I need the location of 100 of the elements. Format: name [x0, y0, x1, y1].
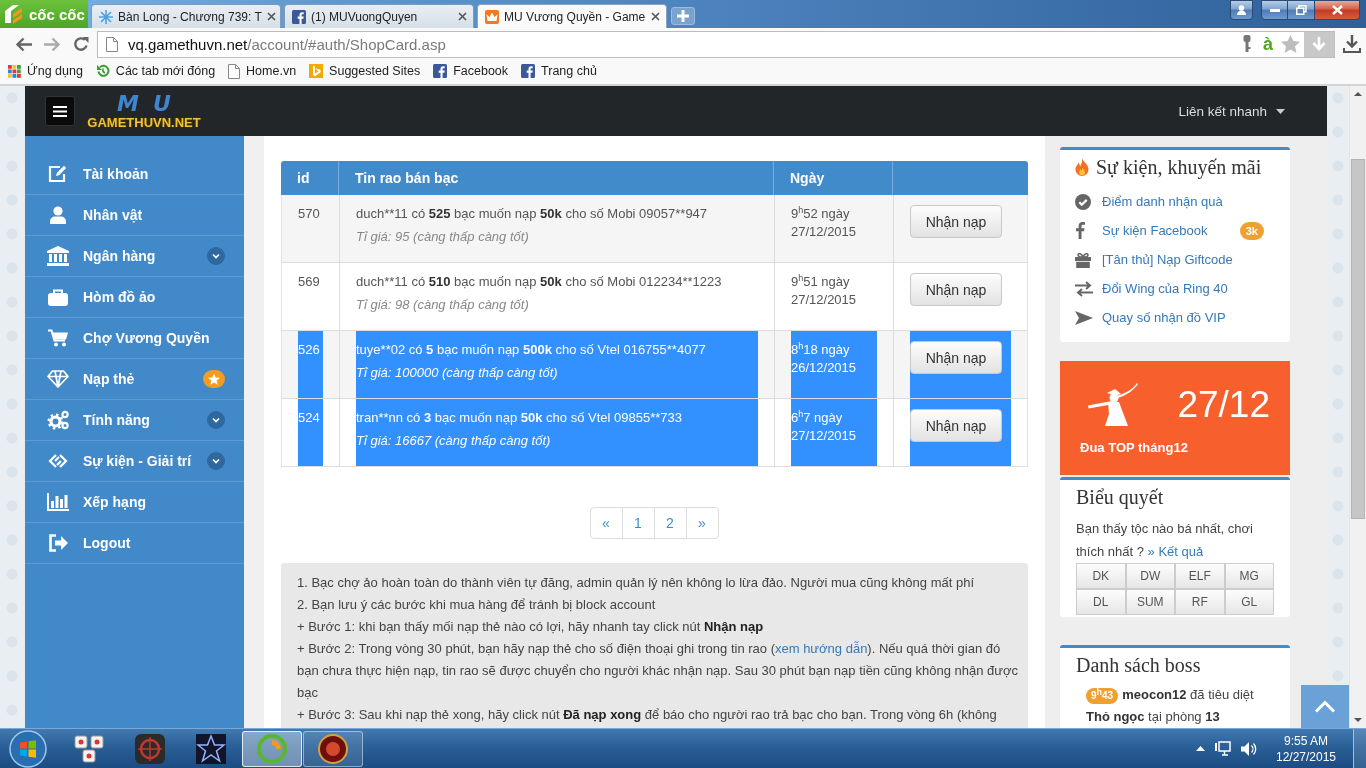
restore-icon: [1295, 5, 1307, 15]
promo-banner[interactable]: 27/12 Đua TOP tháng12: [1060, 361, 1290, 475]
event-link[interactable]: [Tân thủ] Nạp Giftcode: [1075, 251, 1233, 268]
sidebar-item[interactable]: Nhân vật: [25, 195, 244, 236]
count-badge: 3k: [1239, 221, 1264, 240]
scrollbar[interactable]: [1349, 86, 1366, 728]
round-emblem-icon: [318, 733, 348, 764]
claim-button[interactable]: Nhận nạp: [910, 409, 1002, 442]
results-link[interactable]: » Kết quả: [1147, 544, 1204, 559]
claim-button[interactable]: Nhận nạp: [910, 205, 1002, 238]
vote-button[interactable]: RF: [1175, 589, 1225, 615]
taskbar-app[interactable]: [242, 730, 302, 767]
page-link[interactable]: 1: [621, 507, 655, 539]
claim-button[interactable]: Nhận nạp: [910, 341, 1002, 374]
sidebar-item[interactable]: Chợ Vương Quyền: [25, 318, 244, 359]
browser-brand[interactable]: cốc cốc: [0, 0, 88, 28]
person-icon: [1237, 5, 1246, 15]
restore-button[interactable]: [1288, 0, 1315, 20]
listing-time: 9$^{h}$52 ngày 27/12/2015: [791, 205, 858, 241]
bookmark-item[interactable]: Home.vn: [228, 63, 297, 79]
sidebar-item[interactable]: Xếp hạng: [25, 482, 244, 523]
new-tab-button[interactable]: [671, 7, 695, 25]
event-link[interactable]: Điểm danh nhận quà: [1075, 193, 1223, 210]
scrollbar-thumb[interactable]: [1351, 159, 1365, 519]
sidebar-item[interactable]: Tính năng: [25, 400, 244, 441]
bookmark-item[interactable]: Suggested Sites: [309, 64, 421, 78]
sidebar-item[interactable]: Tài khoản: [25, 154, 244, 195]
exchange-rate: Tỉ giá: 98 (càng thấp càng tốt): [356, 296, 530, 314]
key-button[interactable]: [1243, 35, 1251, 53]
menu-icon: [53, 105, 67, 117]
scroll-down-arrow-icon[interactable]: [1354, 718, 1362, 722]
edit-icon: [48, 165, 68, 183]
sidebar-item[interactable]: Hòm đồ ảo: [25, 277, 244, 318]
banner-caption: Đua TOP tháng12: [1080, 440, 1189, 456]
vote-button[interactable]: DK: [1076, 563, 1126, 589]
event-link[interactable]: Quay số nhận đồ VIP: [1075, 310, 1226, 325]
downloads-button[interactable]: [1343, 35, 1361, 53]
network-icon[interactable]: [1215, 740, 1231, 757]
close-icon[interactable]: [651, 12, 660, 21]
caret-up-icon[interactable]: [1196, 746, 1205, 751]
vote-button[interactable]: GL: [1224, 589, 1274, 615]
cart-icon: [48, 329, 68, 347]
vote-button[interactable]: MG: [1224, 563, 1274, 589]
speaker-icon[interactable]: [1241, 741, 1257, 756]
vote-button[interactable]: SUM: [1125, 589, 1175, 615]
close-icon[interactable]: [266, 12, 276, 21]
note-text: 2. Bạn lưu ý các bước khi mua hàng để tránh bị block account: [297, 596, 657, 614]
check-circle-icon: [1075, 193, 1091, 210]
crosshair-emblem-icon: [135, 733, 165, 764]
note-text: + Bước 3: Sau khi nạp thẻ xong, hãy click nút Đã nạp xong để báo cho người rao trả bạc cho bạn. Trong vòng 6h (không: [297, 706, 998, 724]
sidebar-item[interactable]: Sự kiện - Giải trí: [25, 441, 244, 482]
bookmark-item[interactable]: Các tab mới đóng: [95, 64, 216, 78]
quick-links-menu[interactable]: Liên kết nhanh: [1178, 103, 1285, 119]
brand-logo-icon: [3, 3, 25, 25]
download-icon: [1343, 35, 1361, 53]
account-button[interactable]: [1230, 0, 1253, 20]
vote-button[interactable]: DW: [1125, 563, 1175, 589]
listing-message: duch**11 có 510 bạc muốn nạp 50k cho số Mobi 012234**1223: [356, 273, 723, 291]
ring-logo-icon: [257, 733, 287, 764]
event-link[interactable]: Đổi Wing của Ring 40: [1075, 280, 1228, 297]
menu-button[interactable]: [45, 96, 75, 126]
claim-button[interactable]: Nhận nạp: [910, 273, 1002, 306]
fire-icon: [1075, 158, 1089, 176]
sidebar-item[interactable]: Ngân hàng: [25, 236, 244, 277]
listing-message: tuye**02 có 5 bạc muốn nạp 500k cho số Vtel 016755**4077: [356, 341, 707, 359]
sidebar-item[interactable]: Logout: [25, 523, 244, 564]
listing-time: 8$^{h}$18 ngày 26/12/2015: [791, 341, 858, 377]
page-link[interactable]: 2: [653, 507, 687, 539]
exchange-rate: Tỉ giá: 16667 (càng thấp càng tốt): [356, 432, 552, 450]
browser-tab[interactable]: (1) MUVuongQuyen: [284, 4, 474, 28]
page-link[interactable]: «: [589, 507, 623, 539]
browser-tab[interactable]: Bàn Long - Chương 739: T: [91, 4, 281, 28]
bookmark-item[interactable]: Trang chủ: [521, 64, 597, 78]
minimize-button[interactable]: [1261, 0, 1288, 20]
bookmark-item[interactable]: Facebook: [433, 64, 509, 78]
logo-text[interactable]: GAMETHUVN.NET: [87, 114, 201, 130]
windows-logo-icon: [9, 729, 47, 768]
taskbar-app[interactable]: [303, 730, 363, 767]
scroll-up-arrow-icon[interactable]: [1354, 92, 1362, 96]
guide-link[interactable]: xem hướng dẫn: [774, 641, 868, 656]
poll-question: Bạn thấy tộc nào bá nhất, chơi thích nhất ? » Kết quả: [1076, 520, 1254, 561]
typing-mode-button[interactable]: à: [1263, 34, 1273, 54]
chevron-up-icon: [1314, 700, 1336, 713]
close-button[interactable]: [1315, 0, 1360, 20]
gears-icon: [47, 410, 69, 430]
user-icon: [50, 206, 66, 224]
banner-date: 27/12: [1177, 383, 1270, 427]
bookmark-item[interactable]: Ứng dụng: [8, 64, 83, 78]
vote-button[interactable]: ELF: [1175, 563, 1225, 589]
sidebar-item[interactable]: Nạp thẻ: [25, 359, 244, 400]
event-link[interactable]: Sự kiện Facebook: [1075, 222, 1208, 239]
browser-tab[interactable]: MU Vương Quyền - Game: [477, 4, 667, 28]
key-icon: [1243, 35, 1251, 53]
show-desktop-button[interactable]: [1353, 729, 1366, 768]
page-link[interactable]: »: [685, 507, 719, 539]
address-field[interactable]: vq.gamethuvn.net/account/#auth/ShopCard.asp à: [97, 30, 1335, 58]
page-icon: [228, 63, 241, 79]
close-icon[interactable]: [458, 12, 467, 21]
logo-mark[interactable]: MU: [117, 92, 185, 115]
vote-button[interactable]: DL: [1076, 589, 1126, 615]
